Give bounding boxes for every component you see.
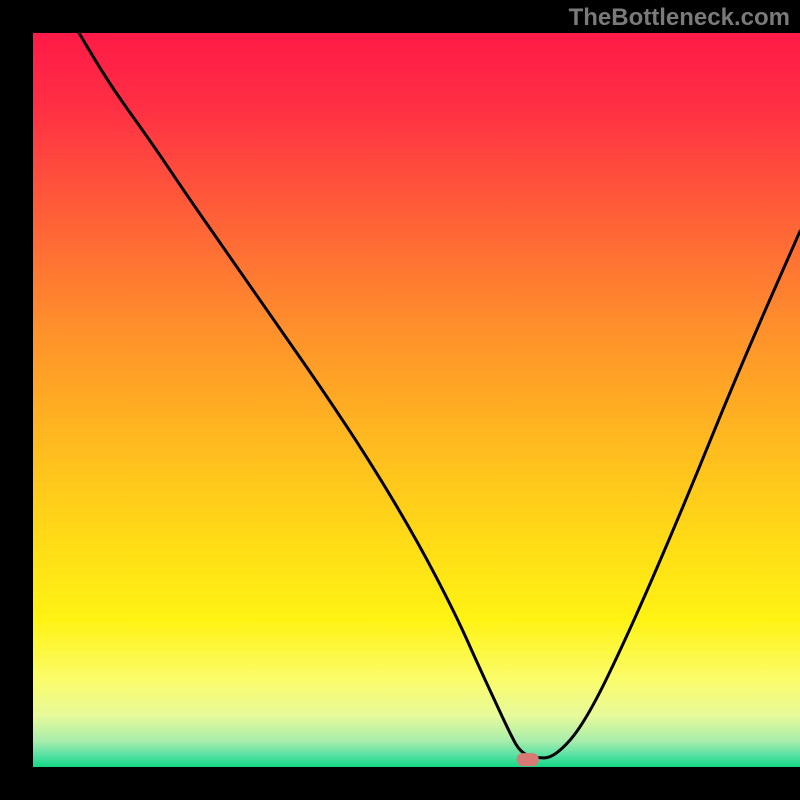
- chart-container: { "watermark": "TheBottleneck.com", "cha…: [0, 0, 800, 800]
- plot-background: [33, 33, 800, 767]
- optimal-marker: [517, 753, 539, 766]
- watermark-text: TheBottleneck.com: [569, 4, 790, 32]
- bottleneck-chart: [0, 0, 800, 800]
